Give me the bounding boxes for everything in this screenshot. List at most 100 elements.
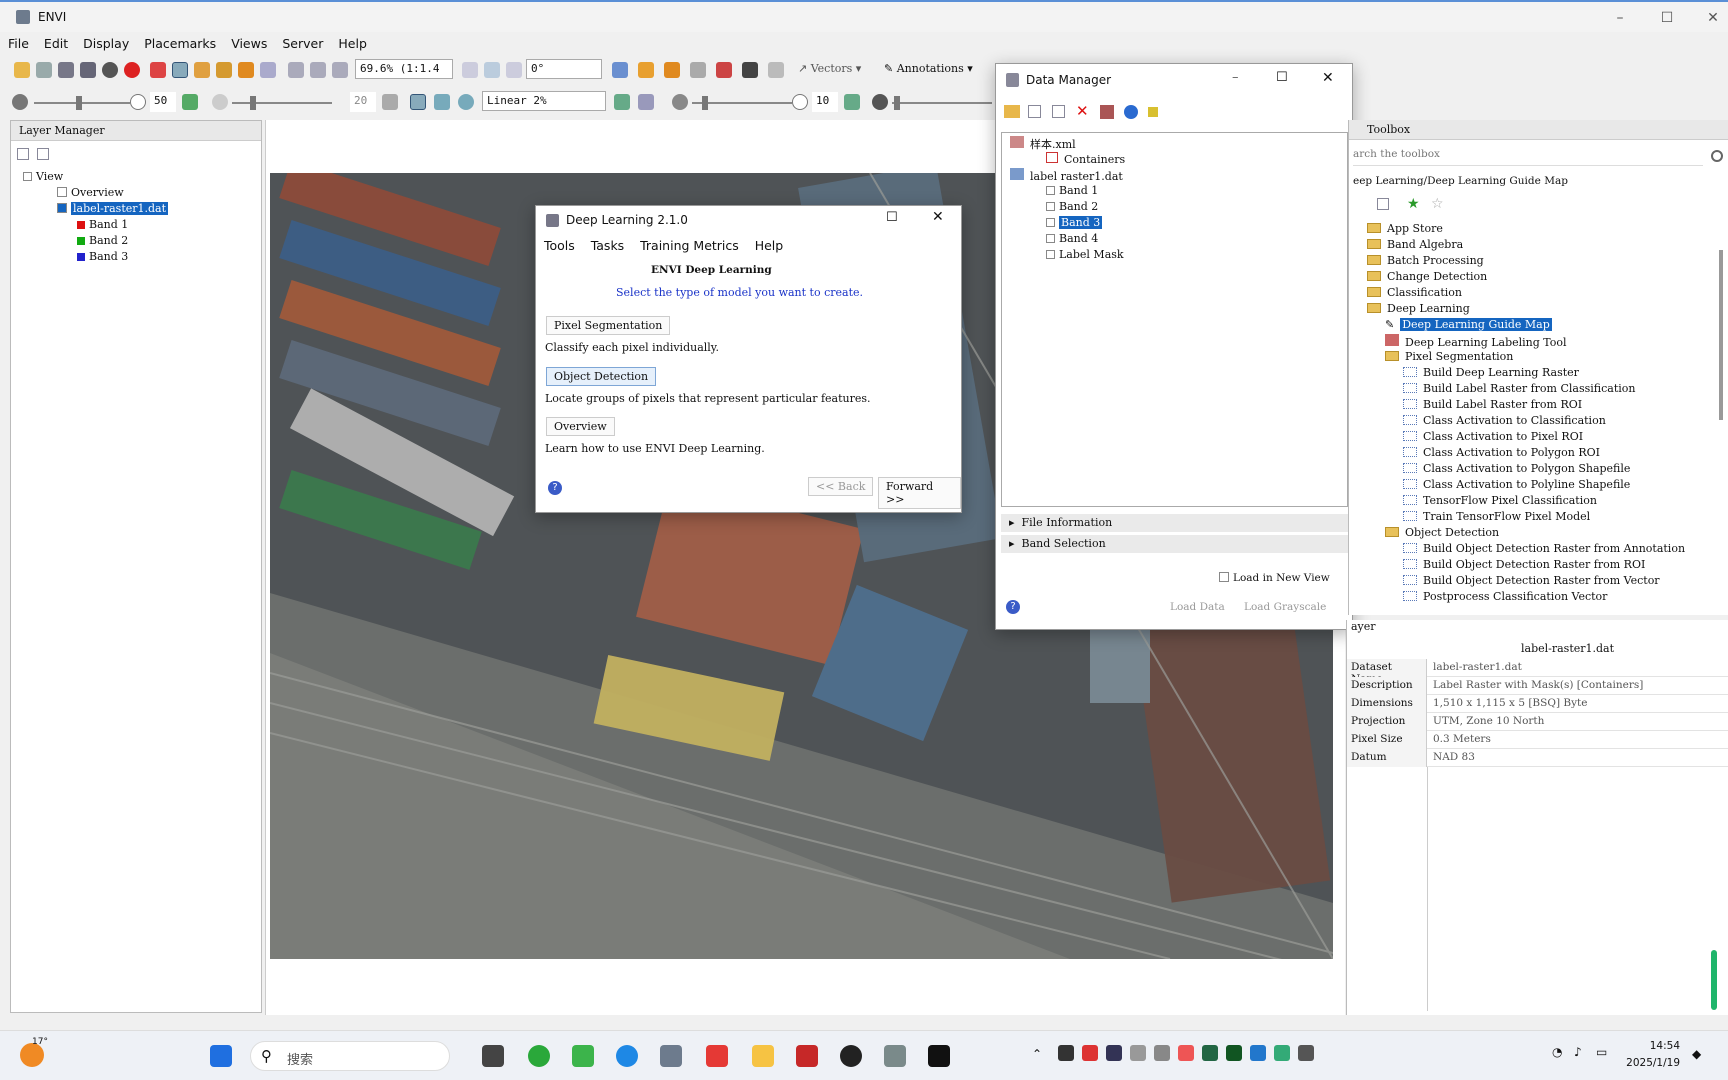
film-icon[interactable] [742,62,758,78]
vectors-dropdown[interactable]: ↗ Vectors ▾ [798,62,861,75]
tree-band-1[interactable]: Band 1 [1046,184,1098,197]
select-icon[interactable] [172,62,188,78]
dynamic-range-icon[interactable] [434,94,450,110]
tool-item[interactable]: Class Activation to Polyline Shapefile [1403,478,1630,491]
menu-display[interactable]: Display [75,32,136,51]
zoom-combo[interactable]: 69.6% (1:1.4 [355,59,453,79]
dl-menu-tools[interactable]: Tools [544,238,575,253]
envi-taskbar-icon[interactable] [660,1045,682,1067]
clock-date[interactable]: 2025/1/19 [1624,1057,1680,1069]
brightness-value[interactable]: 50 [150,92,176,112]
transparency-slider[interactable] [894,96,900,110]
load-new-view-checkbox[interactable]: Load in New View [1219,572,1330,584]
tool-item[interactable]: Build Label Raster from Classification [1403,382,1635,395]
menu-help[interactable]: Help [330,32,374,51]
contrast-value[interactable]: 20 [350,92,376,112]
qq-icon[interactable] [840,1045,862,1067]
contrast-slider[interactable] [250,96,256,110]
close-icon[interactable]: ✕ [1322,70,1334,86]
toolbox-band-algebra[interactable]: Band Algebra [1367,238,1463,251]
rotation-combo[interactable]: 0° [526,59,602,79]
reset-brightness-icon[interactable] [182,94,198,110]
histogram-icon[interactable] [638,94,654,110]
toolbox-search-input[interactable]: arch the toolbox [1353,148,1703,166]
forward-button[interactable]: Forward >> [878,477,961,509]
battery-icon[interactable]: ▭ [1596,1045,1607,1059]
collapse-icon[interactable] [17,148,29,160]
open-file-icon[interactable] [1004,105,1020,118]
menu-edit[interactable]: Edit [36,32,75,51]
youdao-icon[interactable] [706,1045,728,1067]
crosshair-icon[interactable] [102,62,118,78]
scroll-indicator[interactable] [1711,950,1717,1010]
export-icon[interactable] [58,62,74,78]
toolbox-scrollbar[interactable] [1719,250,1723,420]
pin-icon[interactable] [1148,107,1158,117]
display-icon[interactable] [80,62,96,78]
band-selection-section[interactable]: ▸ Band Selection [1001,535,1348,553]
tool-item[interactable]: Build Label Raster from ROI [1403,398,1582,411]
layer-band-3[interactable]: Band 3 [77,250,128,263]
maximize-icon[interactable]: ☐ [886,210,898,225]
layer-overview[interactable]: Overview [57,186,124,199]
tree-label-raster[interactable]: label raster1.dat [1010,168,1123,183]
tray-chevron-icon[interactable]: ⌃ [1032,1047,1042,1061]
load-data-button[interactable]: Load Data [1170,601,1225,613]
tool-item[interactable]: Class Activation to Pixel ROI [1403,430,1583,443]
file-information-section[interactable]: ▸ File Information [1001,514,1348,532]
help-icon[interactable]: ? [1006,600,1020,614]
rotate-right-icon[interactable] [484,62,500,78]
toolbox-app-store[interactable]: App Store [1367,222,1443,235]
zoom-out-icon[interactable] [310,62,326,78]
tree-band-4[interactable]: Band 4 [1046,232,1098,245]
tool-item[interactable]: Build Deep Learning Raster [1403,366,1579,379]
zoom-fit-icon[interactable] [332,62,348,78]
help-icon[interactable]: ? [548,481,562,495]
tree-xml-file[interactable]: 样本.xml [1010,136,1076,152]
dl-menu-tasks[interactable]: Tasks [591,238,625,253]
favorites-icon[interactable]: ★ [1407,196,1420,212]
notification-icon[interactable]: ◆ [1692,1047,1701,1061]
collapse-all-icon[interactable] [1052,105,1065,118]
load-grayscale-button[interactable]: Load Grayscale [1244,601,1326,613]
layer-band-2[interactable]: Band 2 [77,234,128,247]
brightness-slider[interactable] [76,96,82,110]
toolbox-labeling-tool[interactable]: Deep Learning Labeling Tool [1385,334,1567,349]
refresh-stretch-icon[interactable] [614,94,630,110]
measure-icon[interactable] [690,62,706,78]
tool-item[interactable]: Class Activation to Polygon Shapefile [1403,462,1630,475]
edge-green-icon[interactable] [572,1045,594,1067]
tree-band-2[interactable]: Band 2 [1046,200,1098,213]
pan-icon[interactable] [194,62,210,78]
close-all-icon[interactable] [1100,105,1114,119]
stretch-icon[interactable] [410,94,426,110]
maximize-icon[interactable]: ☐ [1276,70,1288,85]
placemark-icon[interactable] [150,62,166,78]
record-icon[interactable] [124,62,140,78]
back-button[interactable]: << Back [808,477,874,496]
dl-menu-help[interactable]: Help [755,238,784,253]
zoom-in-icon[interactable] [288,62,304,78]
open-icon[interactable] [14,62,30,78]
toolbox-change-detection[interactable]: Change Detection [1367,270,1487,283]
spectral-icon[interactable] [664,62,680,78]
taskview-icon[interactable] [482,1045,504,1067]
sharpen-slider[interactable] [702,96,708,110]
taskbar-search[interactable]: ⚲ 搜索 [250,1041,450,1071]
toolbox-deep-learning[interactable]: Deep Learning [1367,302,1470,315]
rotate-reset-icon[interactable] [506,62,522,78]
tool-item[interactable]: Class Activation to Classification [1403,414,1606,427]
object-detection-button[interactable]: Object Detection [546,367,657,386]
tool-item[interactable]: Train TensorFlow Pixel Model [1403,510,1590,523]
fly-icon[interactable] [216,62,232,78]
chip-icon[interactable] [612,62,628,78]
acrobat-icon[interactable] [796,1045,818,1067]
cursor-value-icon[interactable] [768,62,784,78]
rotate-icon[interactable] [238,62,254,78]
tool-item[interactable]: Postprocess Classification Vector [1403,590,1607,603]
rotate-left-icon[interactable] [462,62,478,78]
portal-icon[interactable] [716,62,732,78]
reset-sharpen-icon[interactable] [844,94,860,110]
app2-icon[interactable] [884,1045,906,1067]
toolbox-object-detection[interactable]: Object Detection [1385,526,1499,539]
